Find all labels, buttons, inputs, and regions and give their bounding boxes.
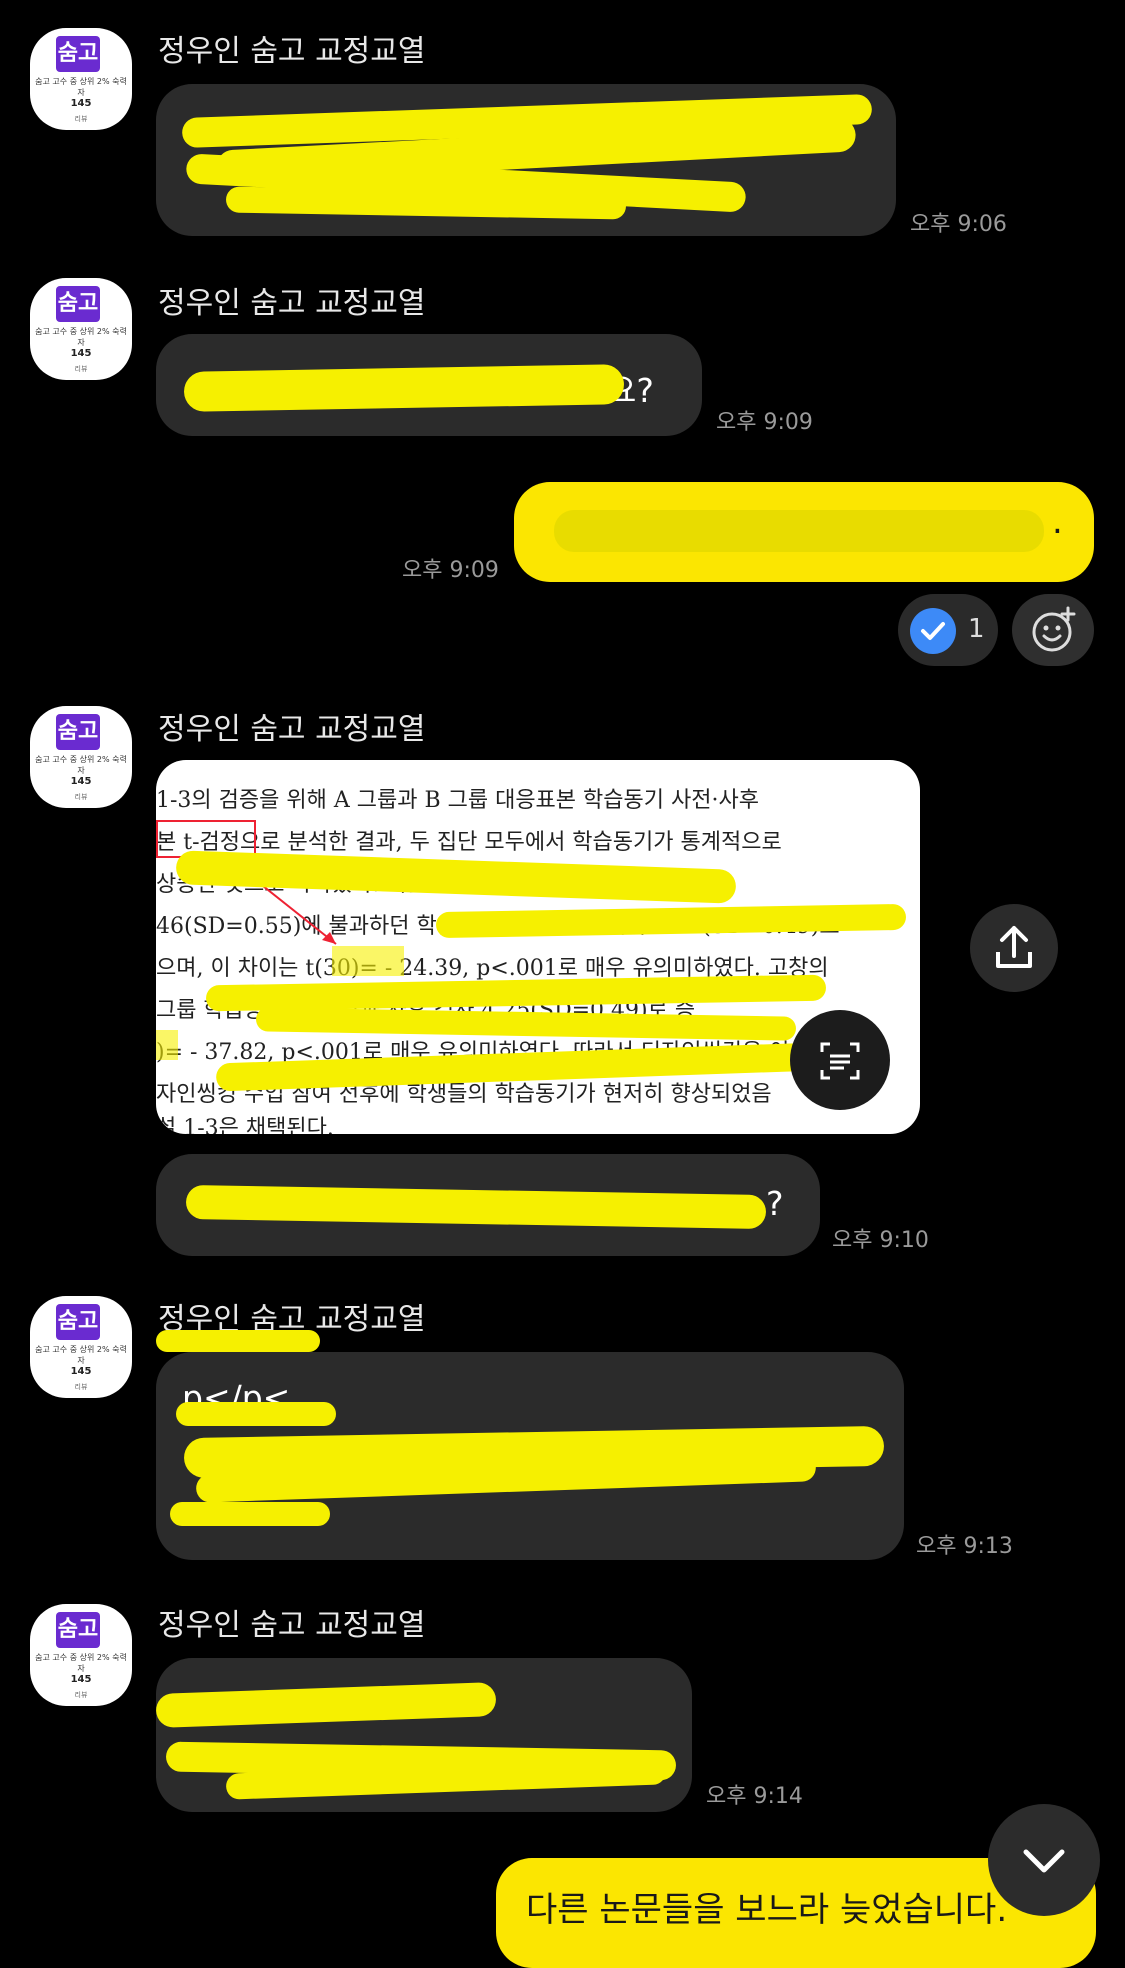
chevron-down-icon[interactable]: [988, 1804, 1100, 1916]
outgoing-bubble[interactable]: .: [514, 482, 1094, 582]
avatar-sub: 리뷰: [74, 365, 88, 373]
avatar-mini-text: 숨고 고수 중 상위 2% 숙력자: [35, 755, 127, 775]
sender-name: 정우인 숨고 교정교열: [158, 286, 426, 321]
emoji-add-icon[interactable]: [1012, 594, 1094, 666]
avatar[interactable]: 숨고 숨고 고수 중 상위 2% 숙력자 145 리뷰: [30, 1296, 132, 1398]
message-time: 오후 9:14: [706, 1784, 803, 1809]
message-bubble[interactable]: [155, 1658, 692, 1812]
avatar-mini-text: 숨고 고수 중 상위 2% 숙력자: [35, 327, 127, 347]
avatar-mini-text: 숨고 고수 중 상위 2% 숙력자: [35, 77, 127, 97]
avatar-count: 145: [70, 776, 92, 787]
redaction-scribble: [170, 1502, 330, 1526]
avatar-count: 145: [70, 1674, 92, 1685]
message-text: ?: [766, 1184, 784, 1223]
avatar-count: 145: [70, 1366, 92, 1377]
sender-name: 정우인 숨고 교정교열: [158, 712, 426, 747]
image-message[interactable]: 1-3의 검증을 위해 A 그룹과 B 그룹 대응표본 학습동기 사전·사후 본…: [156, 760, 920, 1134]
avatar-mini-text: 숨고 고수 중 상위 2% 숙력자: [35, 1345, 127, 1365]
highlight-yellow: [332, 946, 404, 976]
avatar-mini-text: 숨고 고수 중 상위 2% 숙력자: [35, 1653, 127, 1673]
avatar-count: 145: [70, 348, 92, 359]
message-text: .: [1052, 502, 1063, 542]
redaction-scribble: [156, 1330, 320, 1352]
image-text-line: 설 1-3은 채택된다.: [156, 1116, 334, 1134]
avatar-sub: 리뷰: [74, 1691, 88, 1699]
message-bubble[interactable]: [156, 84, 896, 236]
message-bubble[interactable]: p</p<: [156, 1352, 904, 1560]
reaction-count: 1: [968, 614, 985, 644]
avatar-logo: 숨고: [56, 714, 100, 750]
avatar-logo: 숨고: [56, 1612, 100, 1648]
reaction-chip[interactable]: 1: [898, 594, 998, 666]
avatar[interactable]: 숨고 숨고 고수 중 상위 2% 숙력자 145 리뷰: [30, 706, 132, 808]
message-bubble[interactable]: ?: [156, 1154, 820, 1256]
sender-name: 정우인 숨고 교정교열: [158, 1608, 426, 1643]
avatar-sub: 리뷰: [74, 793, 88, 801]
redaction-scribble: [185, 1184, 767, 1230]
image-text-line: 1-3의 검증을 위해 A 그룹과 B 그룹 대응표본 학습동기 사전·사후: [156, 788, 759, 813]
message-time: 오후 9:09: [716, 410, 813, 435]
message-text: 다른 논문들을 보느라 늦었습니다.: [526, 1890, 1008, 1930]
avatar[interactable]: 숨고 숨고 고수 중 상위 2% 숙력자 145 리뷰: [30, 28, 132, 130]
text-scan-icon[interactable]: [790, 1010, 890, 1110]
avatar-count: 145: [70, 98, 92, 109]
redaction-scribble: [155, 1682, 497, 1728]
highlight-yellow: [156, 1030, 178, 1060]
message-time: 오후 9:06: [910, 212, 1007, 237]
redaction-scribble: [183, 364, 625, 412]
message-time: 오후 9:09: [402, 558, 499, 583]
avatar-sub: 리뷰: [74, 1383, 88, 1391]
redaction-scribble: [225, 186, 627, 220]
redacted-text: [554, 510, 1044, 552]
sender-name: 정우인 숨고 교정교열: [158, 34, 426, 69]
message-time: 오후 9:13: [916, 1534, 1013, 1559]
avatar-sub: 리뷰: [74, 115, 88, 123]
avatar-logo: 숨고: [56, 1304, 100, 1340]
avatar-logo: 숨고: [56, 36, 100, 72]
avatar-logo: 숨고: [56, 286, 100, 322]
avatar[interactable]: 숨고 숨고 고수 중 상위 2% 숙력자 145 리뷰: [30, 278, 132, 380]
share-icon[interactable]: [970, 904, 1058, 992]
message-bubble[interactable]: 요?: [156, 334, 702, 436]
check-circle-icon: [910, 608, 956, 654]
avatar[interactable]: 숨고 숨고 고수 중 상위 2% 숙력자 145 리뷰: [30, 1604, 132, 1706]
message-time: 오후 9:10: [832, 1228, 929, 1253]
redaction-scribble: [176, 1402, 336, 1426]
